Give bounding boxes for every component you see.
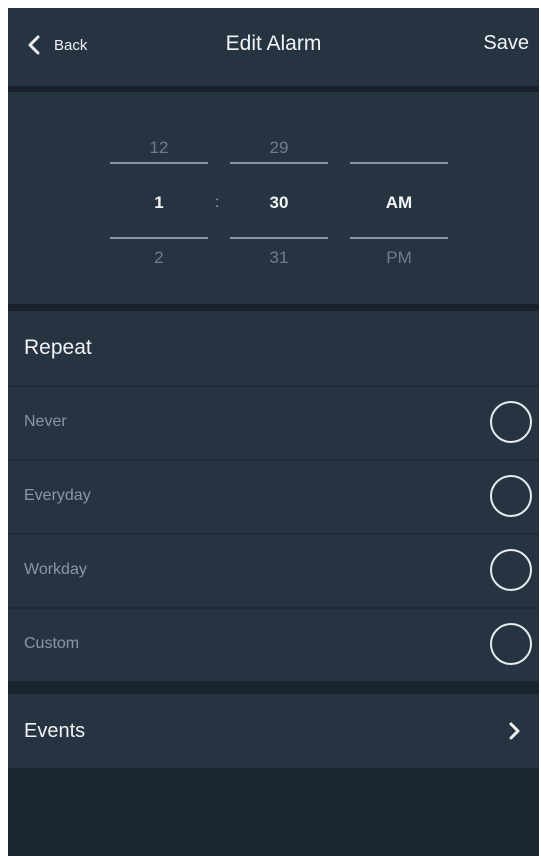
hour-prev[interactable]: 12	[110, 138, 208, 158]
period-next[interactable]: PM	[350, 248, 448, 268]
hour-next[interactable]: 2	[110, 248, 208, 268]
picker-divider	[8, 304, 539, 311]
repeat-option-everyday[interactable]: Everyday	[8, 461, 539, 533]
radio-circle-icon[interactable]	[490, 475, 532, 517]
period-selected[interactable]: AM	[350, 193, 448, 213]
minute-line-bottom	[230, 237, 328, 239]
period-line-top	[350, 162, 448, 164]
repeat-header: Repeat	[8, 311, 539, 385]
section-divider	[8, 681, 539, 694]
minute-selected[interactable]: 30	[230, 193, 328, 213]
minute-next[interactable]: 31	[230, 248, 328, 268]
repeat-option-custom[interactable]: Custom	[8, 609, 539, 681]
chevron-right-icon	[509, 722, 520, 740]
hour-line-bottom	[110, 237, 208, 239]
option-label: Custom	[24, 635, 80, 652]
time-separator: :	[215, 194, 220, 211]
option-label: Never	[24, 413, 67, 430]
events-row[interactable]: Events	[8, 694, 539, 768]
option-label: Workday	[24, 561, 87, 578]
save-button[interactable]: Save	[483, 32, 529, 55]
header-bar: Back Edit Alarm Save	[8, 8, 539, 86]
repeat-heading: Repeat	[24, 336, 92, 359]
repeat-option-never[interactable]: Never	[8, 387, 539, 459]
option-label: Everyday	[24, 487, 91, 504]
minute-line-top	[230, 162, 328, 164]
events-label: Events	[24, 720, 86, 742]
minute-prev[interactable]: 29	[230, 138, 328, 158]
radio-circle-icon[interactable]	[490, 623, 532, 665]
hour-selected[interactable]: 1	[110, 193, 208, 213]
repeat-option-workday[interactable]: Workday	[8, 535, 539, 607]
radio-circle-icon[interactable]	[490, 549, 532, 591]
page-title: Edit Alarm	[225, 32, 322, 55]
hour-line-top	[110, 162, 208, 164]
edit-alarm-screen: Back Edit Alarm Save 12 1 2 : 29 30 31 A…	[8, 8, 539, 856]
period-line-bottom	[350, 237, 448, 239]
radio-circle-icon[interactable]	[490, 401, 532, 443]
time-picker: 12 1 2 : 29 30 31 AM PM	[8, 92, 539, 304]
